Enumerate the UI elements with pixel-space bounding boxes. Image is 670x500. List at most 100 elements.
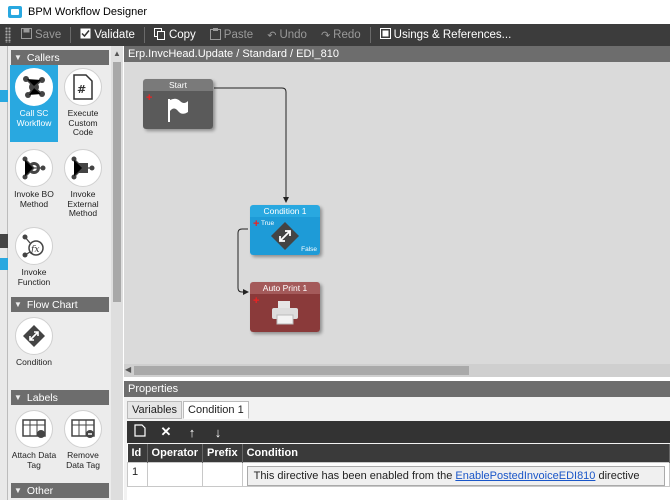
stub-highlight [0,258,8,270]
app-icon [8,6,22,18]
grid-toolbar: ✕ ↑ ↓ [127,421,670,443]
redo-icon: ↷ [320,29,331,42]
section-header-other[interactable]: ▼ Other [11,483,109,498]
tool-invoke-function[interactable]: fx Invoke Function [10,224,58,287]
tool-remove-data-tag[interactable]: Remove Data Tag [59,407,107,470]
copy-button[interactable]: Copy [147,24,203,46]
svg-text:#: # [77,83,86,96]
conditions-table: Id Operator Prefix Condition 1 This dire… [127,444,670,487]
scroll-up-icon[interactable]: ▲ [113,49,121,58]
tool-label: Invoke BO Method [14,189,54,209]
scrollbar-thumb[interactable] [134,366,469,375]
directive-link[interactable]: EnablePostedInvoiceEDI810 [455,470,595,482]
collapse-chevron-icon: ▼ [14,393,22,402]
tool-label: Attach Data Tag [11,450,57,470]
section-header-flow-chart[interactable]: ▼ Flow Chart [11,297,109,312]
toolbox-scrollbar[interactable]: ▲ [111,46,123,500]
paste-label: Paste [223,29,254,41]
condition-to-autoprint-connector [237,228,249,295]
plus-icon[interactable]: + [146,93,152,104]
table-row[interactable]: 1 This directive has been enabled from t… [127,461,670,487]
node-header: Auto Print 1 [250,282,320,294]
background-panel-stub [0,46,8,500]
move-down-icon[interactable]: ↓ [205,425,231,440]
section-header-labels[interactable]: ▼ Labels [11,390,109,405]
plus-icon[interactable]: + [253,296,259,307]
undo-label: Undo [279,29,307,41]
condition-node[interactable]: Condition 1 + True False [250,205,320,255]
delete-icon[interactable]: ✕ [153,424,179,440]
tool-label: Condition [16,357,52,367]
redo-button[interactable]: ↷ Redo [314,24,368,46]
column-header-condition[interactable]: Condition [242,444,670,462]
attach-tag-icon [15,410,53,448]
table-header-row: Id Operator Prefix Condition [127,444,670,462]
condition-text: This directive has been enabled from the… [246,465,665,486]
references-icon [379,28,391,42]
toolbar-separator [70,27,72,43]
column-header-prefix[interactable]: Prefix [202,444,243,462]
properties-tabs: Variables Condition 1 [127,401,250,419]
false-branch-label: False [301,246,317,253]
node-header: Start [143,79,213,91]
cell-prefix[interactable] [202,461,243,487]
tool-label: Call SC Workflow [16,108,52,128]
cell-operator[interactable] [146,461,204,487]
toolbar-grip[interactable] [5,27,11,43]
toolbar-separator [369,27,371,43]
canvas-title-bar: Erp.InvcHead.Update / Standard / EDI_810 [124,46,670,62]
scrollbar-thumb[interactable] [113,62,121,302]
cell-id[interactable]: 1 [127,461,148,487]
validate-button[interactable]: Validate [73,24,142,46]
save-button[interactable]: Save [14,24,68,46]
usings-label: Usings & References... [393,29,512,41]
tool-invoke-bo-method[interactable]: Invoke BO Method [10,146,58,209]
condition-icon [15,317,53,355]
printer-icon [272,301,298,325]
redo-label: Redo [333,29,361,41]
main-toolbar: Save Validate Copy Paste ↶ Undo ↷ Redo U… [0,24,670,46]
tab-condition-1[interactable]: Condition 1 [183,401,249,419]
workflow-canvas[interactable]: Start + Condition 1 + True False Auto Pr… [124,62,670,364]
collapse-chevron-icon: ▼ [14,300,22,309]
stub-block [0,234,8,248]
column-header-operator[interactable]: Operator [147,444,204,462]
copy-label: Copy [168,29,196,41]
scroll-left-icon[interactable]: ◀ [125,365,131,374]
workflow-icon [15,68,53,106]
properties-title: Properties [128,383,179,395]
cell-condition[interactable]: This directive has been enabled from the… [241,461,670,487]
check-icon [80,28,91,42]
window-title: BPM Workflow Designer [28,6,147,18]
tool-condition[interactable]: Condition [10,314,58,368]
tab-variables[interactable]: Variables [127,401,183,419]
tool-label: Invoke External Method [67,189,99,218]
tool-attach-data-tag[interactable]: Attach Data Tag [10,407,58,470]
condition-text-prefix: This directive has been enabled from the [253,469,456,482]
node-header: Condition 1 [250,205,320,217]
condition-diamond-icon [271,222,299,250]
title-bar: BPM Workflow Designer [0,0,670,24]
section-header-callers[interactable]: ▼ Callers [11,50,109,65]
tool-call-sc-workflow[interactable]: Call SC Workflow [10,65,58,142]
plus-icon[interactable]: + [253,219,259,230]
auto-print-node[interactable]: Auto Print 1 + [250,282,320,332]
properties-header: Properties [124,381,670,397]
start-node[interactable]: Start + [143,79,213,129]
canvas-horizontal-scrollbar[interactable]: ◀ [124,364,670,377]
new-row-icon[interactable] [127,424,153,440]
move-up-icon[interactable]: ↑ [179,425,205,440]
save-label: Save [35,29,62,41]
undo-button[interactable]: ↶ Undo [260,24,314,46]
external-method-icon [64,149,102,187]
workflow-path: Erp.InvcHead.Update / Standard / EDI_810 [128,48,339,60]
bo-method-icon [15,149,53,187]
code-file-icon: # [64,68,102,106]
tool-invoke-external-method[interactable]: Invoke External Method [59,146,107,219]
column-header-id[interactable]: Id [127,444,148,462]
collapse-chevron-icon: ▼ [14,53,22,62]
tool-execute-custom-code[interactable]: # Execute Custom Code [59,65,107,138]
usings-references-button[interactable]: Usings & References... [373,24,519,46]
flag-icon [168,98,188,122]
paste-button[interactable]: Paste [203,24,260,46]
